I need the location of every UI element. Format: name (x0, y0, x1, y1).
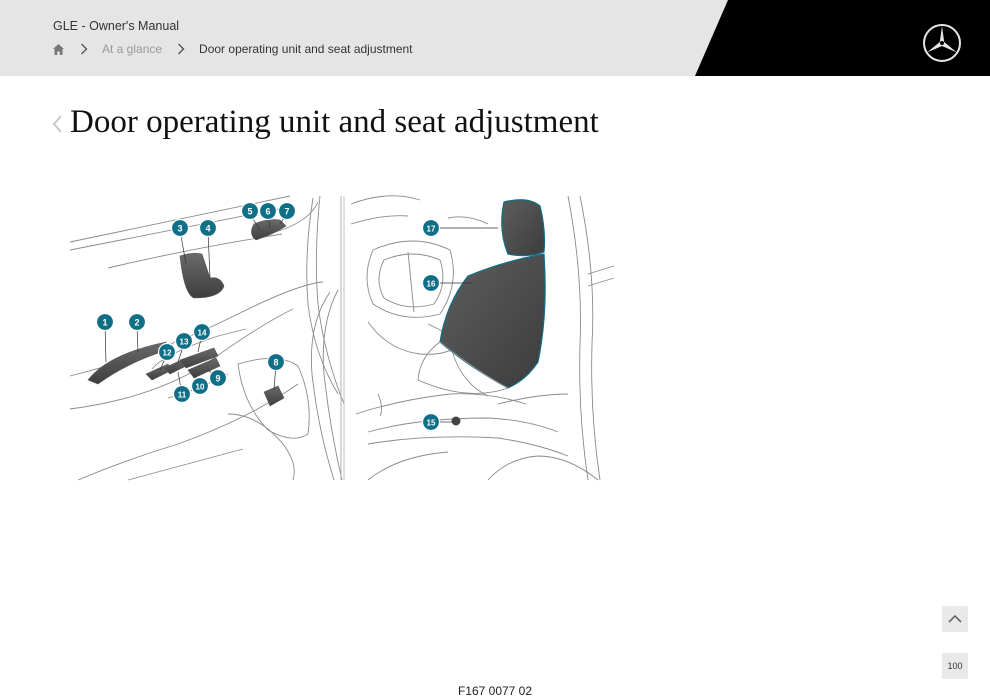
chevron-up-icon (948, 614, 962, 623)
callout-15[interactable]: 15 (421, 412, 453, 432)
callout-11[interactable]: 11 (172, 371, 192, 404)
callout-17[interactable]: 17 (421, 218, 499, 238)
callout-2-label: 2 (134, 318, 139, 328)
callout-5[interactable]: 5 (240, 201, 261, 231)
callout-12-label: 12 (163, 349, 172, 358)
callout-4-label: 4 (205, 224, 210, 234)
page-title: Door operating unit and seat adjustment (70, 104, 599, 140)
back-chevron-icon[interactable] (50, 112, 66, 136)
callout-9-label: 9 (215, 374, 220, 384)
callout-14-label: 14 (198, 329, 207, 338)
callout-7-label: 7 (284, 207, 289, 217)
figure-code: F167 0077 02 (457, 684, 533, 698)
breadcrumb: At a glance Door operating unit and seat… (52, 42, 413, 56)
breadcrumb-at-a-glance[interactable]: At a glance (102, 42, 162, 56)
page-number-button[interactable]: 100 (942, 653, 968, 679)
callout-5-label: 5 (247, 207, 252, 217)
callout-1-label: 1 (102, 318, 107, 328)
callout-10-label: 10 (196, 383, 205, 392)
callout-16-label: 16 (427, 280, 436, 289)
callout-2[interactable]: 2 (127, 312, 147, 353)
callout-14[interactable]: 14 (192, 322, 212, 353)
callout-3-label: 3 (177, 224, 182, 234)
callout-11-label: 11 (178, 391, 187, 400)
callout-6-label: 6 (265, 207, 270, 217)
callout-15-label: 15 (427, 419, 436, 428)
breadcrumb-current-page: Door operating unit and seat adjustment (199, 42, 413, 56)
door-and-seat-illustration: 1 2 3 4 5 6 7 8 9 10 11 12 13 14 15 16 1… (69, 195, 615, 481)
chevron-right-icon (77, 42, 91, 56)
callout-1[interactable]: 1 (95, 312, 115, 363)
scroll-to-top-button[interactable] (942, 606, 968, 632)
home-icon[interactable] (52, 43, 65, 56)
manual-title: GLE - Owner's Manual (53, 19, 180, 33)
chevron-right-icon (174, 42, 188, 56)
callout-8-label: 8 (273, 358, 278, 368)
callout-17-label: 17 (427, 225, 436, 234)
callout-9[interactable]: 9 (207, 368, 228, 388)
callout-13-label: 13 (180, 338, 189, 347)
mercedes-star-logo-icon[interactable] (922, 23, 962, 63)
callout-8[interactable]: 8 (266, 352, 286, 391)
